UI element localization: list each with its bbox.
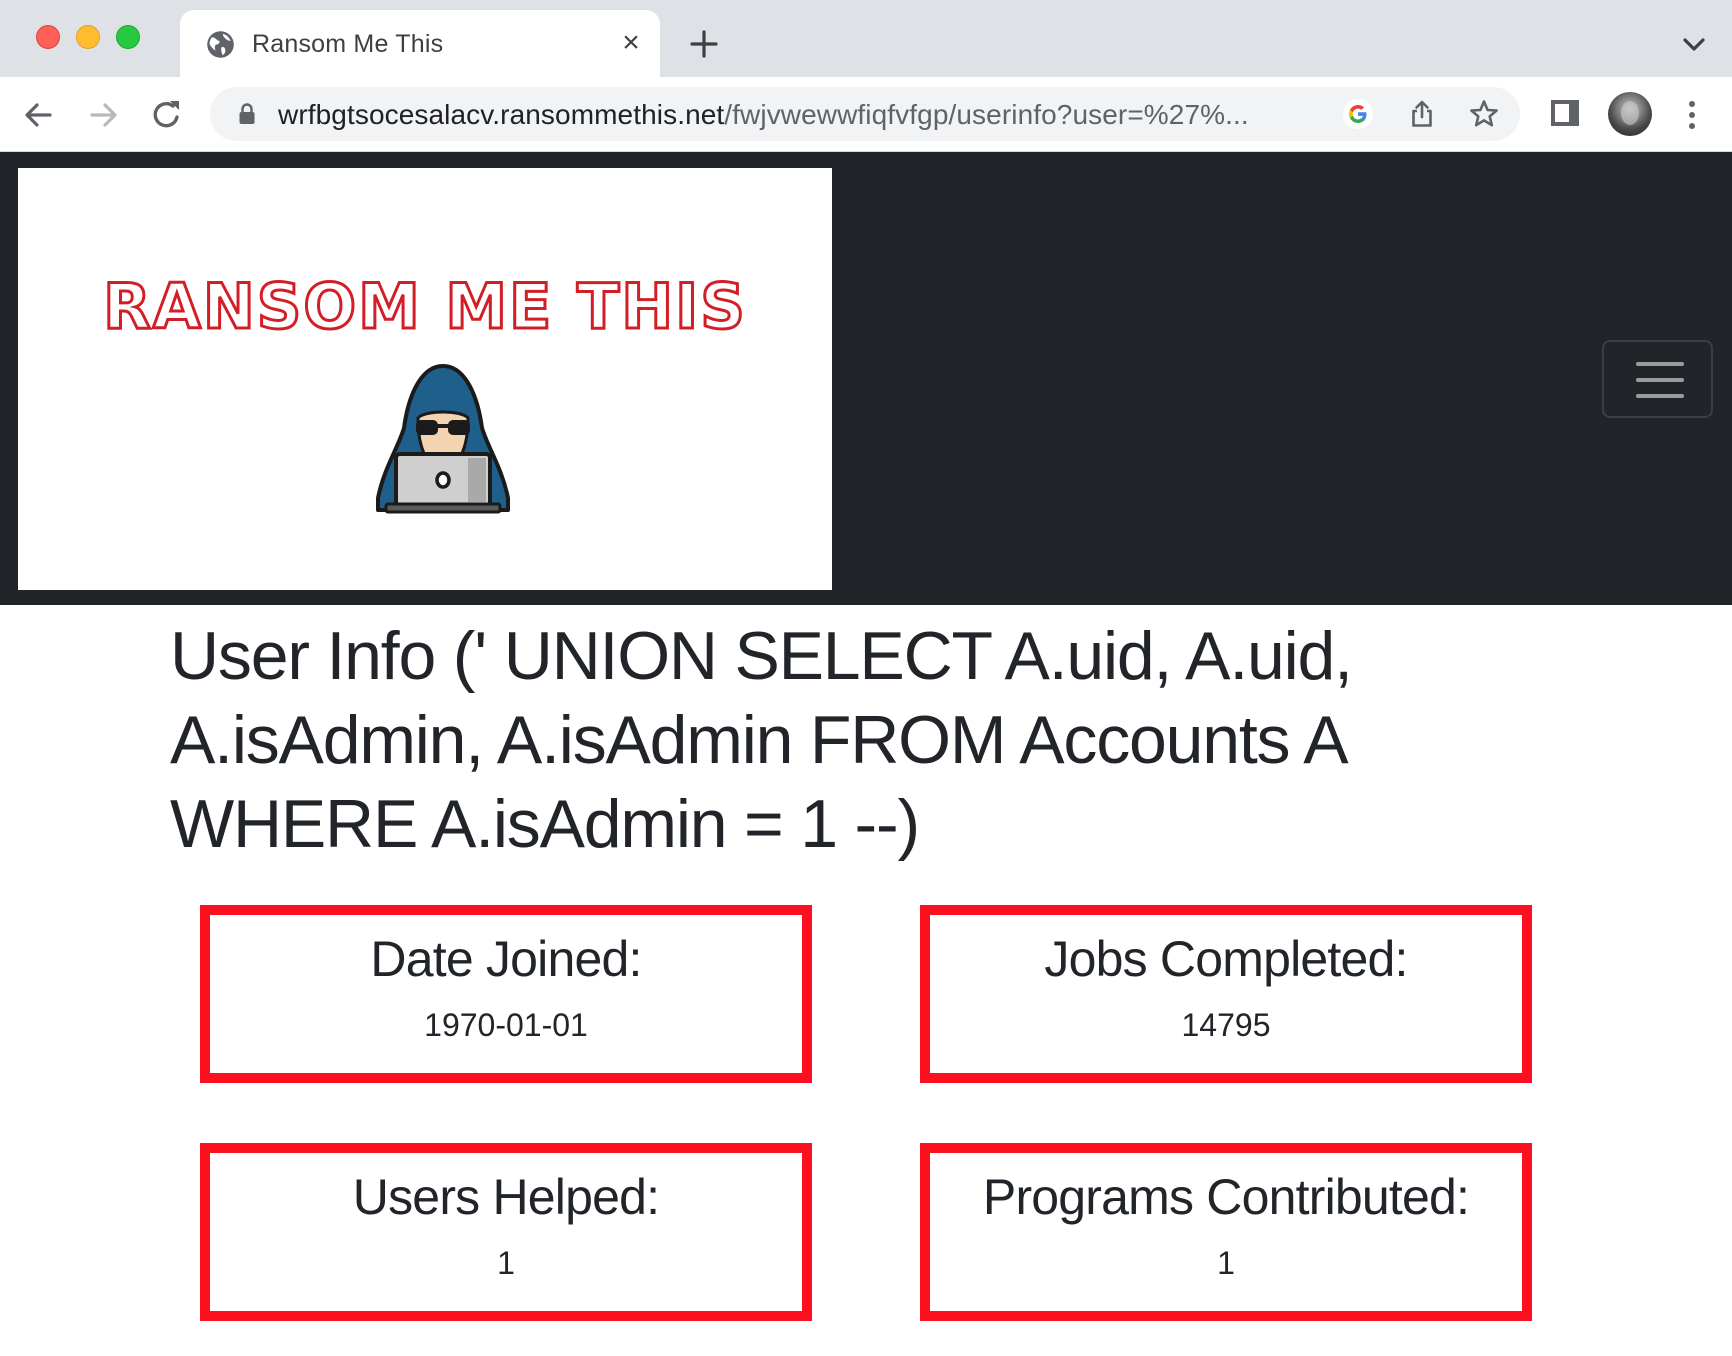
- window-close-button[interactable]: [36, 25, 60, 49]
- page-title: User Info (' UNION SELECT A.uid, A.uid, …: [170, 618, 1353, 862]
- url-host: wrfbgtsocesalacv.ransommethis.net: [278, 99, 725, 130]
- hamburger-icon-bar: [1636, 378, 1684, 382]
- url-path: /fwjvwewwfiqfvfgp/userinfo?user=%27%...: [724, 99, 1249, 130]
- stat-label: Jobs Completed:: [1044, 931, 1408, 987]
- new-tab-icon[interactable]: [684, 24, 724, 64]
- stat-card-users-helped: Users Helped: 1: [200, 1143, 812, 1321]
- address-bar[interactable]: wrfbgtsocesalacv.ransommethis.net/fwjvwe…: [210, 87, 1520, 141]
- tab-close-button[interactable]: ×: [614, 26, 648, 60]
- back-icon[interactable]: [18, 94, 60, 136]
- logo-text: RANSOM ME THIS: [102, 269, 747, 345]
- kebab-menu-icon[interactable]: [1680, 95, 1704, 135]
- stat-value: 1970-01-01: [424, 1007, 588, 1043]
- site-navbar: RANSOM ME THIS: [0, 152, 1732, 605]
- globe-icon: [207, 31, 234, 58]
- profile-avatar[interactable]: [1608, 92, 1652, 136]
- google-icon[interactable]: [1342, 98, 1374, 130]
- window-minimize-button[interactable]: [76, 25, 100, 49]
- browser-toolbar: wrfbgtsocesalacv.ransommethis.net/fwjvwe…: [0, 77, 1732, 152]
- stat-label: Programs Contributed:: [982, 1169, 1470, 1225]
- stat-label: Date Joined:: [370, 931, 642, 987]
- stat-card-programs-contributed: Programs Contributed: 1: [920, 1143, 1532, 1321]
- stat-card-jobs-completed: Jobs Completed: 14795: [920, 905, 1532, 1083]
- stat-value: 1: [1217, 1245, 1235, 1281]
- star-icon[interactable]: [1468, 98, 1500, 130]
- tab-search-chevron-icon[interactable]: [1676, 30, 1712, 60]
- tab-title: Ransom Me This: [252, 30, 444, 58]
- browser-tabstrip: Ransom Me This ×: [0, 0, 1732, 77]
- hacker-logo-icon: [376, 364, 510, 514]
- stat-value: 14795: [1181, 1007, 1271, 1043]
- browser-tab-active[interactable]: Ransom Me This ×: [180, 10, 660, 77]
- stat-label: Users Helped:: [352, 1169, 660, 1225]
- hamburger-icon-bar: [1636, 362, 1684, 366]
- navbar-toggler-button[interactable]: [1602, 340, 1713, 418]
- stat-card-date-joined: Date Joined: 1970-01-01: [200, 905, 812, 1083]
- side-panel-icon[interactable]: [1548, 95, 1584, 131]
- window-zoom-button[interactable]: [116, 25, 140, 49]
- url-text[interactable]: wrfbgtsocesalacv.ransommethis.net/fwjvwe…: [278, 99, 1249, 131]
- lock-icon[interactable]: [238, 103, 256, 125]
- forward-icon[interactable]: [82, 94, 124, 136]
- hamburger-icon-bar: [1636, 394, 1684, 398]
- stat-value: 1: [497, 1245, 515, 1281]
- site-logo[interactable]: RANSOM ME THIS: [18, 168, 832, 590]
- share-icon[interactable]: [1406, 98, 1438, 130]
- reload-icon[interactable]: [146, 94, 188, 136]
